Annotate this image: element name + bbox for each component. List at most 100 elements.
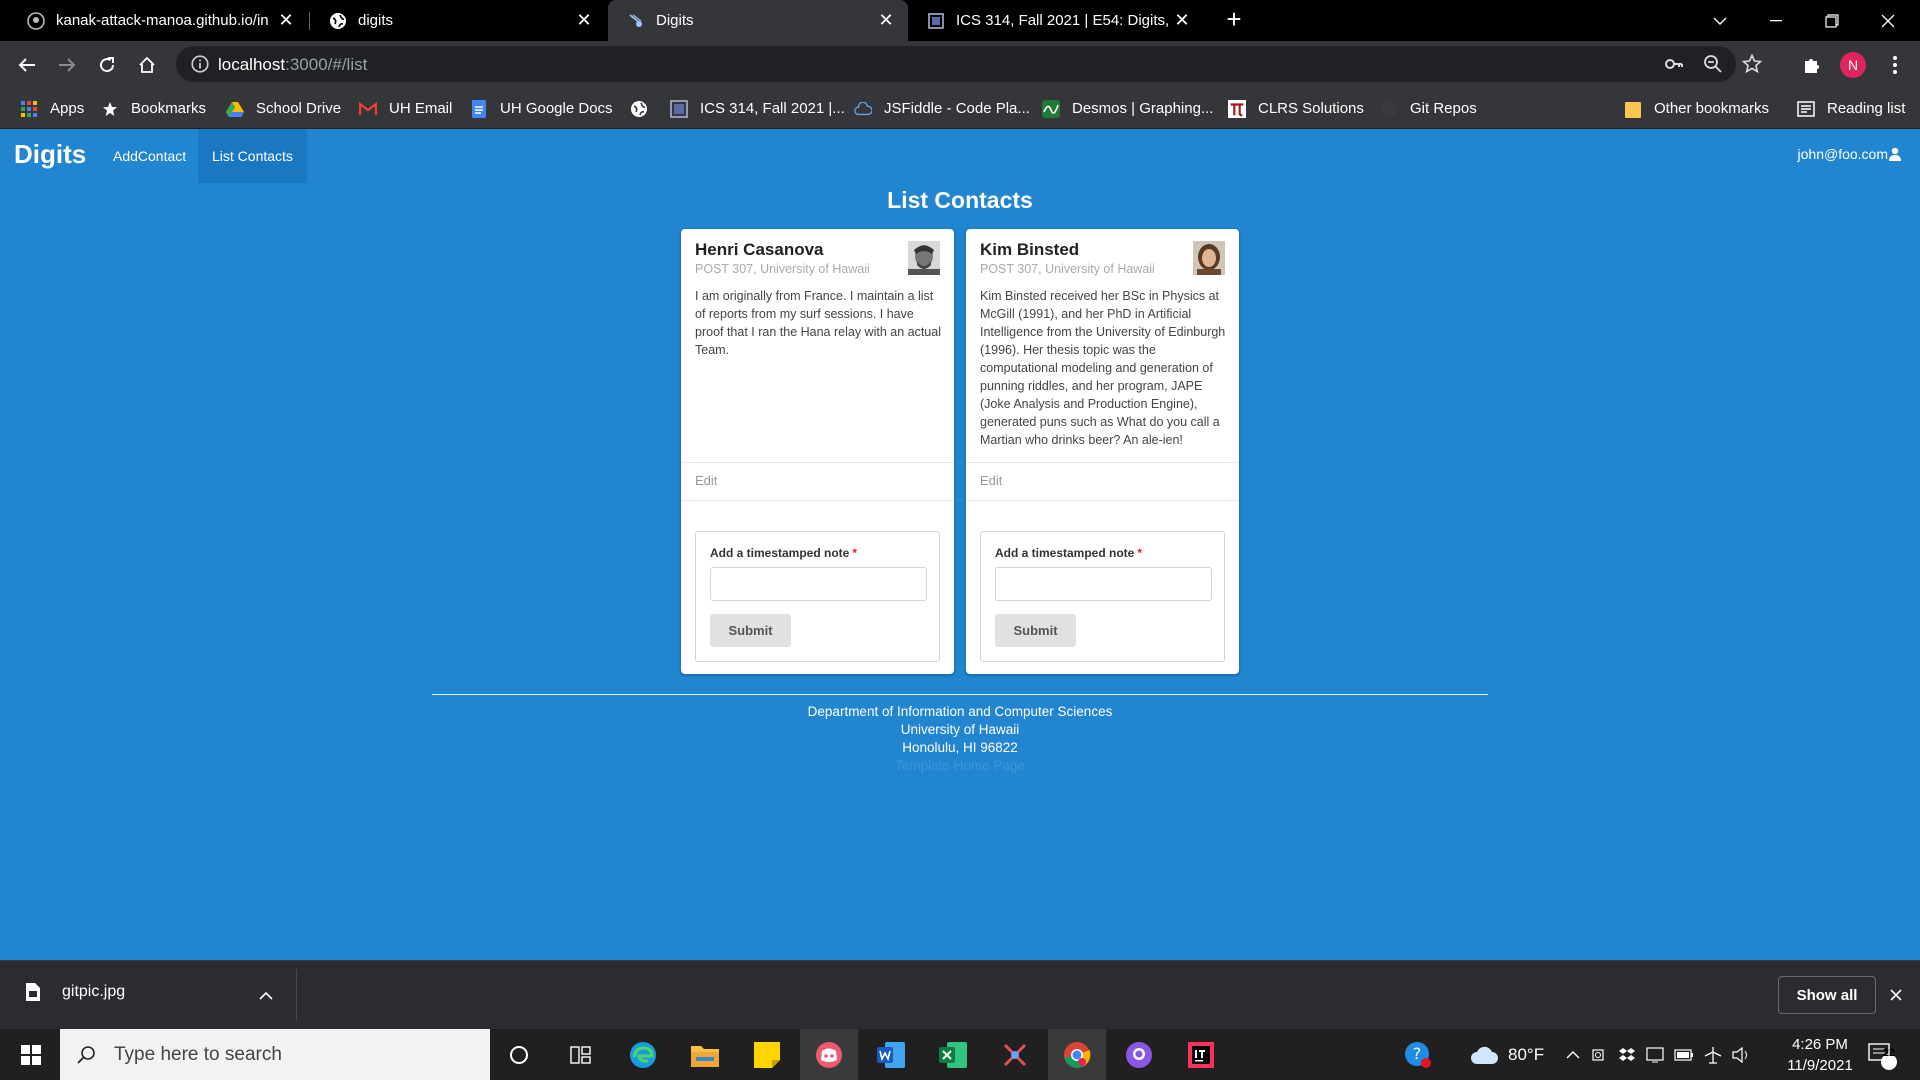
forward-icon[interactable] [52,50,82,80]
show-hidden-icons-chevron-icon[interactable] [1566,1050,1580,1059]
contact-card: Kim Binsted POST 307, University of Hawa… [966,229,1239,674]
bookmark-apps[interactable]: Apps [20,88,84,129]
submit-button[interactable]: Submit [710,614,791,647]
close-tab-icon[interactable]: ✕ [574,10,594,31]
cortana-icon[interactable] [490,1029,548,1080]
camera-icon[interactable] [1592,1047,1608,1063]
discord-icon[interactable] [800,1029,858,1080]
weather-widget[interactable]: 80°F [1470,1029,1544,1080]
close-tab-icon[interactable]: ✕ [876,10,896,31]
bookmark-uh-google-docs[interactable]: UH Google Docs [470,88,613,129]
task-view-icon[interactable] [552,1029,610,1080]
key-icon[interactable] [1664,54,1684,74]
info-icon[interactable] [190,54,210,74]
bookmark-git-repos[interactable]: Git Repos [1380,88,1477,129]
temperature: 80°F [1508,1044,1545,1064]
edge-icon[interactable] [614,1029,672,1080]
bookmark-label: Desmos | Graphing... [1072,100,1214,117]
tab-title: digits [358,12,394,29]
bookmark-bookmarks[interactable]: Bookmarks [101,88,206,129]
svg-text:?: ? [1413,1044,1422,1063]
brand-logo[interactable]: Digits [14,139,86,170]
taskbar-search[interactable]: Type here to search [60,1029,490,1080]
bookmark-ics314[interactable]: ICS 314, Fall 2021 |... [670,88,845,129]
edit-link[interactable]: Edit [695,473,717,488]
menu-kebab-icon[interactable] [1880,50,1910,80]
note-input[interactable] [710,567,927,601]
page-title: List Contacts [887,187,1033,213]
display-icon[interactable] [1646,1046,1664,1064]
back-icon[interactable] [12,50,42,80]
volume-icon[interactable] [1732,1046,1750,1063]
tab-digits-active[interactable]: Digits ✕ [608,0,908,41]
notifications-icon[interactable]: 22 [1866,1029,1898,1080]
contact-address: POST 307, University of Hawaii [695,262,870,276]
menu-list-contacts[interactable]: List Contacts [198,129,307,183]
word-icon[interactable] [862,1029,920,1080]
close-download-bar-icon[interactable] [1890,989,1902,1001]
footer-template-link[interactable]: Template Home Page [0,757,1920,775]
reload-icon[interactable] [92,50,122,80]
tab-github[interactable]: kanak-attack-manoa.github.io/in ✕ [8,0,308,41]
note-input[interactable] [995,567,1212,601]
tab-digits-lower[interactable]: digits ✕ [310,0,606,41]
note-label: Add a timestamped note * [995,546,1143,560]
bookmark-school-drive[interactable]: School Drive [226,88,341,129]
clock[interactable]: 4:26 PM 11/9/2021 [1770,1029,1870,1080]
help-icon[interactable]: ? [1404,1029,1432,1080]
download-item[interactable]: gitpic.jpg [26,983,125,1001]
close-tab-icon[interactable]: ✕ [276,10,296,31]
reading-list-icon [1797,100,1815,118]
address-bar[interactable]: localhost:3000/#/list [176,46,1762,82]
meteor-icon [626,11,646,31]
close-window-icon[interactable] [1860,0,1916,41]
restore-icon[interactable] [1804,0,1860,41]
zoom-icon[interactable] [1703,54,1723,74]
submit-button[interactable]: Submit [995,614,1076,647]
bookmark-label: CLRS Solutions [1258,100,1364,117]
footer-university: University of Hawaii [900,722,1020,737]
bookmark-globe[interactable] [630,88,660,129]
github-desktop-icon[interactable] [1110,1029,1168,1080]
bookmark-jsfiddle[interactable]: JSFiddle - Code Pla... [854,88,1030,129]
cloud-icon [1471,1046,1498,1064]
intellij-icon[interactable] [1172,1029,1230,1080]
docs-icon [470,99,488,118]
windows-start-icon[interactable] [2,1029,60,1080]
tray-icons[interactable] [1566,1029,1750,1080]
sticky-notes-icon[interactable] [738,1029,796,1080]
jsfiddle-cloud-icon [854,100,872,118]
edit-link[interactable]: Edit [980,473,1002,488]
close-tab-icon[interactable]: ✕ [1172,10,1192,31]
file-explorer-icon[interactable] [676,1029,734,1080]
search-icon [77,1045,95,1064]
profile-avatar[interactable]: N [1838,50,1868,80]
other-bookmarks[interactable]: Other bookmarks [1624,88,1769,129]
bookmark-star-icon[interactable] [1742,54,1762,74]
footer-department: Department of Information and Computer S… [807,704,1113,719]
home-icon[interactable] [132,50,162,80]
bookmark-label: UH Google Docs [500,100,613,117]
bookmark-desmos[interactable]: Desmos | Graphing... [1042,88,1213,129]
footer-divider [432,694,1488,695]
folder-icon [1624,100,1642,118]
dropbox-icon[interactable] [1618,1047,1636,1063]
battery-icon[interactable] [1674,1048,1694,1061]
url-text: localhost:3000/#/list [218,55,368,74]
menu-add-contact[interactable]: AddContact [99,129,200,183]
user-dropdown[interactable]: john@foo.com [1798,146,1902,162]
chrome-icon[interactable] [1048,1029,1106,1080]
bookmark-uh-email[interactable]: UH Email [359,88,452,129]
bookmark-clrs[interactable]: CLRS Solutions [1228,88,1364,129]
minimize-icon[interactable] [1748,0,1804,41]
chevron-up-icon[interactable] [259,991,273,1000]
app-figure-icon[interactable] [986,1029,1044,1080]
reading-list[interactable]: Reading list [1797,88,1905,129]
tab-ics314[interactable]: ICS 314, Fall 2021 | E54: Digits, Pa ✕ [908,0,1204,41]
excel-icon[interactable] [924,1029,982,1080]
show-all-button[interactable]: Show all [1778,976,1876,1014]
airplane-mode-icon[interactable] [1704,1046,1722,1064]
tab-search-chevron-icon[interactable] [1692,0,1748,41]
extensions-icon[interactable] [1797,50,1827,80]
new-tab-button[interactable]: + [1220,6,1248,34]
